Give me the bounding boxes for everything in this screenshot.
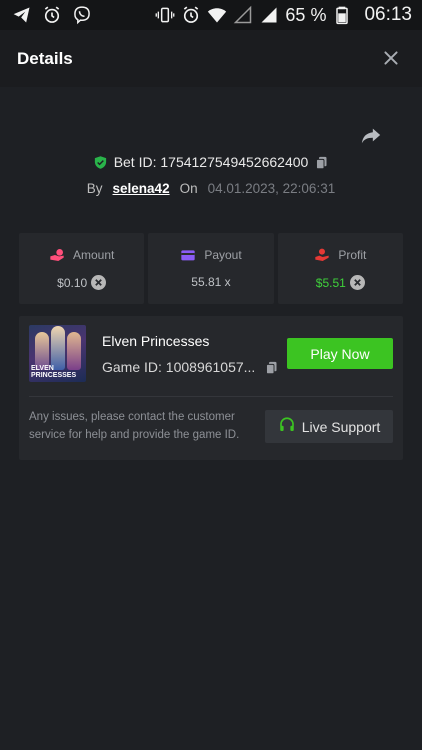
copy-icon[interactable] [264,360,279,375]
stat-value: 55.81 x [191,275,231,289]
currency-x-icon [349,275,365,290]
live-support-button[interactable]: Live Support [265,410,393,443]
stat-label: Profit [338,248,367,262]
battery-icon [332,5,352,25]
stat-value: $0.10 [57,275,88,290]
profit-icon [314,247,330,263]
bet-meta-line: By selena42 On 04.01.2023, 22:06:31 [0,181,422,196]
stat-card-payout: Payout 55.81 x [148,233,274,304]
game-id: Game ID: 1008961057... [102,359,256,375]
signal-icon [259,5,279,25]
stat-card-amount: Amount $0.10 [19,233,145,304]
signal-empty-icon [233,5,253,25]
bet-id: Bet ID: 1754127549452662400 [113,154,309,170]
share-icon[interactable] [360,124,382,146]
live-support-label: Live Support [301,418,381,435]
headset-icon [278,416,296,437]
amount-icon [49,247,65,263]
copy-icon[interactable] [314,155,329,170]
alarm-icon [42,5,62,25]
details-header: Details [0,30,422,87]
clock: 06:13 [364,4,412,25]
bet-stats: Amount $0.10 Payout 55.81 x Profit $5.51 [19,233,403,304]
game-id-line: Game ID: 1008961057... [102,359,279,375]
play-now-button[interactable]: Play Now [287,338,393,369]
wallet-icon [180,247,196,263]
battery-percent: 65 % [285,4,327,25]
game-name: Elven Princesses [102,333,210,349]
by-label: By [86,181,103,196]
status-bar: 65 % 06:13 [0,0,422,30]
currency-x-icon [91,275,107,290]
shield-check-icon [93,155,108,170]
username-link[interactable]: selena42 [113,181,170,196]
bet-id-line: Bet ID: 1754127549452662400 [0,154,422,170]
telegram-icon [12,5,32,25]
vibrate-icon [155,5,175,25]
divider [29,396,393,397]
viber-icon [72,5,92,25]
page-title: Details [17,48,73,68]
close-icon[interactable] [380,47,402,69]
support-note: Any issues, please contact the customer … [29,411,240,441]
stat-label: Payout [204,248,242,262]
game-thumbnail[interactable]: ELVEN PRINCESSES [29,325,86,382]
stat-card-profit: Profit $5.51 [277,233,403,304]
on-label: On [179,181,198,196]
bet-date: 04.01.2023, 22:06:31 [207,181,336,196]
stat-label: Amount [72,248,115,262]
game-thumbnail-logo: ELVEN PRINCESSES [31,365,77,379]
wifi-icon [207,5,227,25]
game-panel: ELVEN PRINCESSES Elven Princesses Game I… [19,316,403,460]
alarm-icon [181,5,201,25]
stat-value: $5.51 [315,275,346,290]
